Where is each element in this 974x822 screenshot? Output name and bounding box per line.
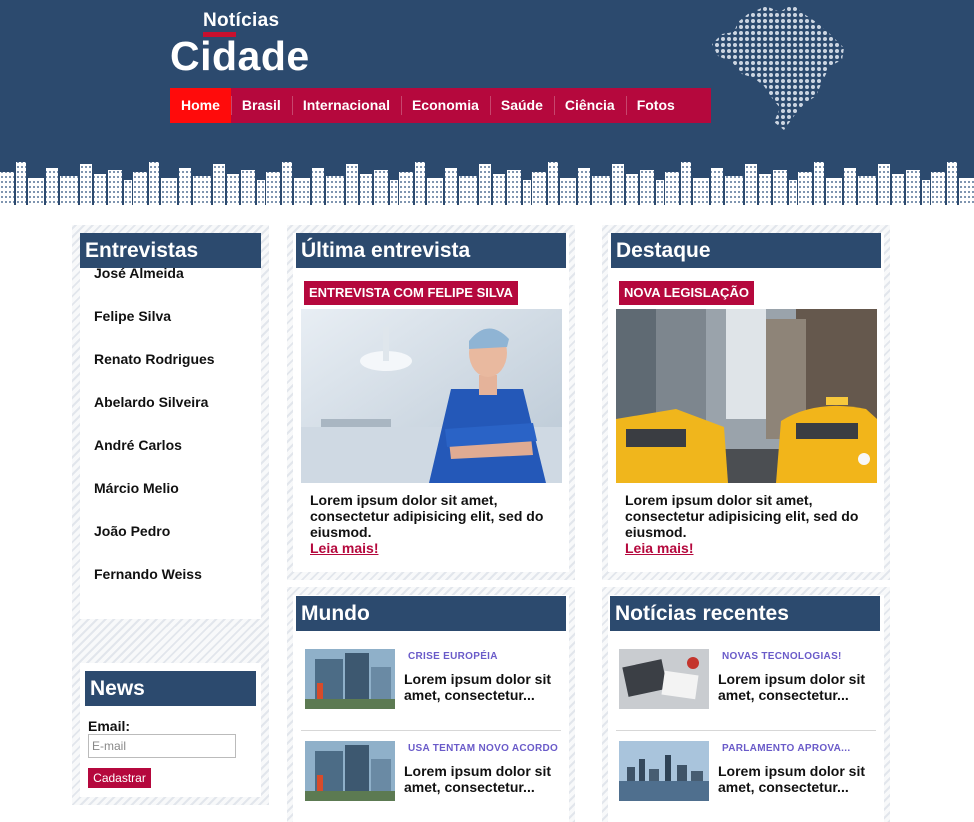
read-more-link[interactable]: Leia mais! — [310, 540, 560, 556]
interview-list: José Almeida Felipe Silva Renato Rodrigu… — [94, 263, 215, 607]
news-kicker: PARLAMENTO APROVA... — [722, 743, 851, 754]
list-item[interactable]: USA TENTAM NOVO ACORDO Lorem ipsum dolor… — [287, 731, 575, 822]
desk-thumbnail — [619, 649, 709, 709]
email-input[interactable] — [88, 734, 236, 758]
highlight-summary-text: Lorem ipsum dolor sit amet, consectetur … — [625, 492, 859, 540]
nav-item-saude[interactable]: Saúde — [489, 88, 554, 123]
recentes-title: Notícias recentes — [610, 596, 880, 631]
news-kicker: USA TENTAM NOVO ACORDO — [408, 743, 559, 754]
building-thumbnail — [305, 649, 395, 709]
taxi-street-photo[interactable] — [616, 309, 877, 483]
interview-link[interactable]: Abelardo Silveira — [94, 392, 215, 435]
noticias-recentes-panel: Notícias recentes NOVAS TECNOLOGIAS! Lor… — [602, 587, 890, 822]
nav-item-internacional[interactable]: Internacional — [291, 88, 401, 123]
city-skyline-decoration — [0, 162, 974, 205]
email-label: Email: — [88, 718, 131, 734]
nav-item-home[interactable]: Home — [170, 88, 231, 123]
news-snippet: Lorem ipsum dolor sit amet, consectetur.… — [718, 671, 866, 703]
nav-item-ciencia[interactable]: Ciência — [553, 88, 626, 123]
news-snippet: Lorem ipsum dolor sit amet, consectetur.… — [404, 671, 552, 703]
cadastrar-button[interactable]: Cadastrar — [88, 768, 151, 788]
interview-link[interactable]: Márcio Melio — [94, 478, 215, 521]
news-snippet: Lorem ipsum dolor sit amet, consectetur.… — [718, 763, 866, 795]
news-snippet: Lorem ipsum dolor sit amet, consectetur.… — [404, 763, 552, 795]
list-item[interactable]: PARLAMENTO APROVA... Lorem ipsum dolor s… — [602, 731, 890, 822]
highlight-tag[interactable]: NOVA LEGISLAÇÃO — [619, 281, 754, 305]
news-kicker: NOVAS TECNOLOGIAS! — [722, 651, 842, 662]
logo-small-text: Notícias — [203, 10, 280, 31]
site-logo[interactable]: Notícias Cidade — [170, 10, 310, 80]
interview-summary-text: Lorem ipsum dolor sit amet, consectetur … — [310, 492, 544, 540]
destaque-title: Destaque — [611, 233, 881, 268]
mundo-panel: Mundo CRISE EUROPÉIA Lorem ipsum dolor s… — [287, 587, 575, 822]
nav-item-fotos[interactable]: Fotos — [625, 88, 686, 123]
ultima-entrevista-panel: Última entrevista ENTREVISTA COM FELIPE … — [287, 225, 575, 580]
newsletter-title: News — [85, 671, 256, 706]
nav-item-brasil[interactable]: Brasil — [230, 88, 292, 123]
brazil-map-icon — [712, 4, 844, 130]
interview-link[interactable]: André Carlos — [94, 435, 215, 478]
highlight-summary: Lorem ipsum dolor sit amet, consectetur … — [625, 492, 875, 556]
destaque-panel: Destaque NOVA LEGISLAÇÃO Lorem ipsum dol… — [602, 225, 890, 580]
interview-link[interactable]: João Pedro — [94, 521, 215, 564]
main-nav: Home Brasil Internacional Economia Saúde… — [170, 88, 711, 123]
interview-link[interactable]: José Almeida — [94, 263, 215, 306]
mundo-title: Mundo — [296, 596, 566, 631]
interview-link[interactable]: Renato Rodrigues — [94, 349, 215, 392]
news-kicker: CRISE EUROPÉIA — [408, 651, 498, 662]
ultima-entrevista-title: Última entrevista — [296, 233, 566, 268]
logo-big-text: Cidade — [170, 33, 310, 79]
interview-summary: Lorem ipsum dolor sit amet, consectetur … — [310, 492, 560, 556]
site-header: Notícias Cidade Home Brasil Internaciona… — [0, 0, 974, 205]
interview-link[interactable]: Fernando Weiss — [94, 564, 215, 607]
interview-link[interactable]: Felipe Silva — [94, 306, 215, 349]
list-item[interactable]: CRISE EUROPÉIA Lorem ipsum dolor sit ame… — [287, 639, 575, 731]
city-waterfront-thumbnail — [619, 741, 709, 801]
building-thumbnail — [305, 741, 395, 801]
doctor-photo[interactable] — [301, 309, 562, 483]
list-item[interactable]: NOVAS TECNOLOGIAS! Lorem ipsum dolor sit… — [602, 639, 890, 731]
read-more-link[interactable]: Leia mais! — [625, 540, 875, 556]
nav-item-economia[interactable]: Economia — [400, 88, 490, 123]
interview-tag[interactable]: ENTREVISTA COM FELIPE SILVA — [304, 281, 518, 305]
sidebar-entrevistas-panel: Entrevistas José Almeida Felipe Silva Re… — [72, 225, 269, 627]
